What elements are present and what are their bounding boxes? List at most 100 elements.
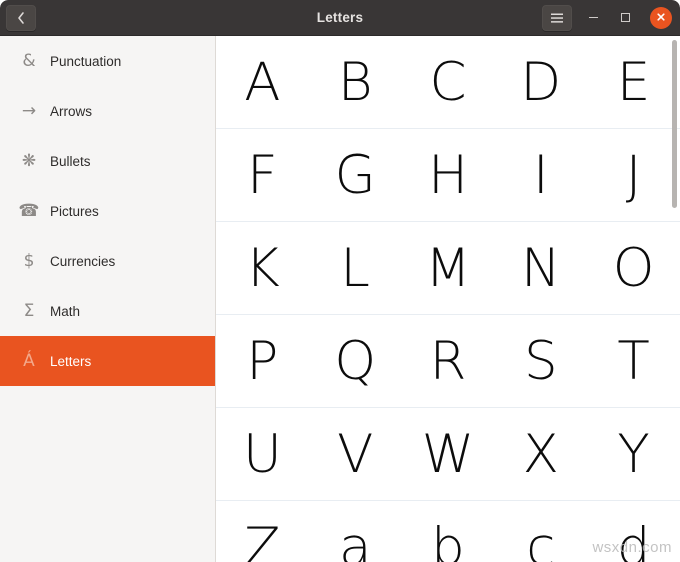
character-glyph: T [617,330,650,392]
character-glyph: O [612,237,655,299]
character-glyph: V [337,423,374,485]
character-glyph: C [429,51,467,113]
sidebar-item-letters[interactable]: Á Letters [0,336,215,386]
character-glyph: H [428,144,468,206]
character-cell[interactable]: C [402,36,495,128]
titlebar-left-controls [0,4,36,31]
character-cell[interactable]: Y [587,408,680,500]
character-grid: ABCDEFGHIJKLMNOPQRSTUVWXYZabcd [216,36,680,562]
character-cell[interactable]: b [402,501,495,562]
character-cell[interactable]: U [216,408,309,500]
sidebar-item-currencies[interactable]: $ Currencies [0,236,215,286]
character-glyph: R [429,330,467,392]
minimize-icon [588,16,598,19]
character-glyph: W [421,423,475,485]
chevron-left-icon [15,11,27,25]
asterisk-bullet-icon: ❋ [21,150,37,171]
character-cell[interactable]: K [216,222,309,314]
character-cell[interactable]: P [216,315,309,407]
sidebar-item-punctuation[interactable]: & Punctuation [0,36,215,86]
sidebar-item-label: Math [50,303,81,319]
character-glyph: L [340,237,370,299]
close-button[interactable] [650,6,672,29]
character-glyph: S [523,330,558,392]
sidebar-item-label: Punctuation [50,53,122,69]
character-glyph: U [243,423,282,485]
character-glyph: A [244,51,281,113]
character-cell[interactable]: F [216,129,309,221]
character-cell[interactable]: H [402,129,495,221]
sidebar-item-bullets[interactable]: ❋ Bullets [0,136,215,186]
character-glyph: M [425,237,471,299]
hamburger-menu-icon [550,12,564,24]
character-cell[interactable]: L [309,222,402,314]
character-glyph: P [246,330,279,392]
character-cell[interactable]: O [587,222,680,314]
character-cell[interactable]: R [402,315,495,407]
character-row: PQRST [216,315,680,408]
character-cell[interactable]: S [494,315,587,407]
character-cell[interactable]: Z [216,501,309,562]
character-cell[interactable]: X [494,408,587,500]
character-glyph: D [520,51,562,113]
character-cell[interactable]: c [494,501,587,562]
sigma-icon: Σ [23,300,35,321]
character-glyph: E [616,51,651,113]
character-glyph: X [522,423,559,485]
character-glyph: F [247,144,278,206]
minimize-button[interactable] [582,7,604,29]
character-row: Za b c d [216,501,680,562]
sidebar-item-label: Arrows [50,103,93,119]
character-cell[interactable]: T [587,315,680,407]
character-glyph: b [431,516,465,562]
maximize-button[interactable] [614,7,636,29]
sidebar-item-label: Letters [50,353,92,369]
character-glyph: a [338,516,372,562]
character-glyph: d [616,516,651,562]
character-glyph: G [334,144,376,206]
character-glyph: c [526,516,556,562]
sidebar-item-label: Currencies [50,253,116,269]
character-glyph: N [520,237,561,299]
ampersand-icon: & [22,50,36,71]
sidebar-item-label: Bullets [50,153,91,169]
character-cell[interactable]: Q [309,315,402,407]
character-glyph: I [532,144,549,206]
character-cell[interactable]: d [587,501,680,562]
character-glyph: B [337,51,373,113]
character-cell[interactable]: G [309,129,402,221]
character-cell[interactable]: E [587,36,680,128]
telephone-icon: ☎ [18,200,40,221]
characters-app-window: Letters & Punctuation → Arrows ❋ Bullets… [0,0,680,562]
character-row: ABCDE [216,36,680,129]
character-row: UVWXY [216,408,680,501]
maximize-icon [620,13,630,22]
titlebar-right-controls [542,4,680,31]
dollar-sign-icon: $ [23,250,35,271]
sidebar-item-pictures[interactable]: ☎ Pictures [0,186,215,236]
sidebar-item-math[interactable]: Σ Math [0,286,215,336]
sidebar-item-arrows[interactable]: → Arrows [0,86,215,136]
character-glyph: K [245,237,280,299]
character-cell[interactable]: D [494,36,587,128]
character-cell[interactable]: A [216,36,309,128]
character-cell[interactable]: a [309,501,402,562]
character-cell[interactable]: N [494,222,587,314]
character-cell[interactable]: V [309,408,402,500]
menu-button[interactable] [542,4,572,31]
character-cell[interactable]: B [309,36,402,128]
accented-a-icon: Á [23,350,35,371]
back-button[interactable] [6,4,36,31]
character-glyph: Z [244,516,281,562]
arrow-right-icon: → [21,100,37,121]
character-cell[interactable]: M [402,222,495,314]
character-cell[interactable]: I [494,129,587,221]
character-cell[interactable]: W [402,408,495,500]
character-cell[interactable]: J [587,129,680,221]
sidebar-item-label: Pictures [50,203,99,219]
character-row: KLMNO [216,222,680,315]
close-icon [656,9,666,27]
character-row: FGH I J [216,129,680,222]
window-body: & Punctuation → Arrows ❋ Bullets ☎ Pictures $ Cur… [0,36,680,562]
category-sidebar: & Punctuation → Arrows ❋ Bullets ☎ Pictures $ Cur… [0,36,216,562]
